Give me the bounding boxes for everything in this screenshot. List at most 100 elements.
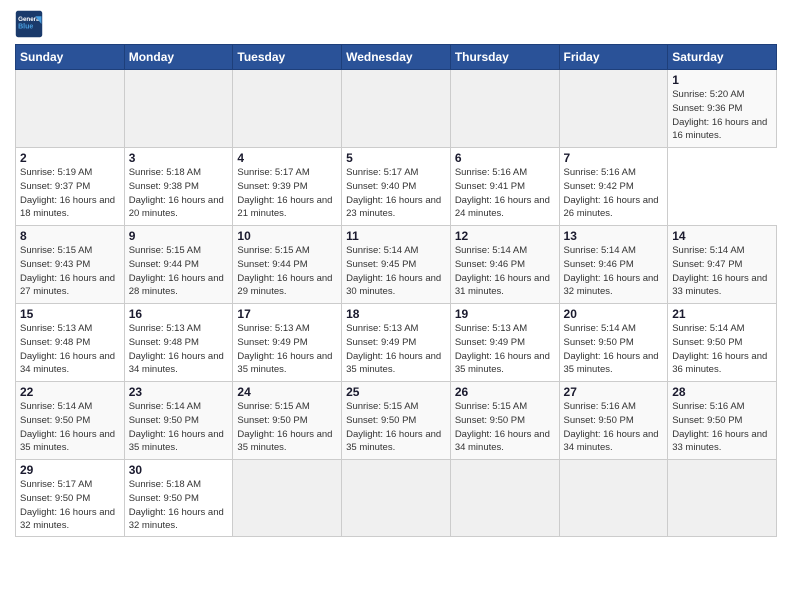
empty-cell xyxy=(450,70,559,148)
day-number: 5 xyxy=(346,151,446,165)
day-info: Sunrise: 5:16 AMSunset: 9:50 PMDaylight:… xyxy=(564,400,664,455)
day-info: Sunrise: 5:17 AMSunset: 9:40 PMDaylight:… xyxy=(346,166,446,221)
day-info: Sunrise: 5:16 AMSunset: 9:41 PMDaylight:… xyxy=(455,166,555,221)
day-number: 1 xyxy=(672,73,772,87)
day-number: 17 xyxy=(237,307,337,321)
empty-cell xyxy=(668,460,777,537)
weekday-header-thursday: Thursday xyxy=(450,45,559,70)
day-number: 23 xyxy=(129,385,229,399)
empty-cell xyxy=(233,460,342,537)
week-row-4: 15Sunrise: 5:13 AMSunset: 9:48 PMDayligh… xyxy=(16,304,777,382)
day-cell-3: 3Sunrise: 5:18 AMSunset: 9:38 PMDaylight… xyxy=(124,148,233,226)
weekday-header-wednesday: Wednesday xyxy=(342,45,451,70)
weekday-header-saturday: Saturday xyxy=(668,45,777,70)
day-info: Sunrise: 5:15 AMSunset: 9:50 PMDaylight:… xyxy=(237,400,337,455)
day-info: Sunrise: 5:17 AMSunset: 9:39 PMDaylight:… xyxy=(237,166,337,221)
day-cell-24: 24Sunrise: 5:15 AMSunset: 9:50 PMDayligh… xyxy=(233,382,342,460)
day-number: 25 xyxy=(346,385,446,399)
day-number: 21 xyxy=(672,307,772,321)
empty-cell xyxy=(124,70,233,148)
day-cell-2: 2Sunrise: 5:19 AMSunset: 9:37 PMDaylight… xyxy=(16,148,125,226)
day-number: 9 xyxy=(129,229,229,243)
empty-cell xyxy=(342,460,451,537)
day-info: Sunrise: 5:15 AMSunset: 9:44 PMDaylight:… xyxy=(237,244,337,299)
day-cell-14: 14Sunrise: 5:14 AMSunset: 9:47 PMDayligh… xyxy=(668,226,777,304)
day-info: Sunrise: 5:14 AMSunset: 9:50 PMDaylight:… xyxy=(129,400,229,455)
day-info: Sunrise: 5:15 AMSunset: 9:50 PMDaylight:… xyxy=(346,400,446,455)
day-cell-13: 13Sunrise: 5:14 AMSunset: 9:46 PMDayligh… xyxy=(559,226,668,304)
weekday-header-row: SundayMondayTuesdayWednesdayThursdayFrid… xyxy=(16,45,777,70)
day-cell-5: 5Sunrise: 5:17 AMSunset: 9:40 PMDaylight… xyxy=(342,148,451,226)
empty-cell xyxy=(559,460,668,537)
weekday-header-sunday: Sunday xyxy=(16,45,125,70)
day-number: 18 xyxy=(346,307,446,321)
week-row-3: 8Sunrise: 5:15 AMSunset: 9:43 PMDaylight… xyxy=(16,226,777,304)
day-cell-21: 21Sunrise: 5:14 AMSunset: 9:50 PMDayligh… xyxy=(668,304,777,382)
day-cell-26: 26Sunrise: 5:15 AMSunset: 9:50 PMDayligh… xyxy=(450,382,559,460)
day-cell-20: 20Sunrise: 5:14 AMSunset: 9:50 PMDayligh… xyxy=(559,304,668,382)
day-info: Sunrise: 5:14 AMSunset: 9:46 PMDaylight:… xyxy=(564,244,664,299)
day-info: Sunrise: 5:16 AMSunset: 9:42 PMDaylight:… xyxy=(564,166,664,221)
day-info: Sunrise: 5:13 AMSunset: 9:49 PMDaylight:… xyxy=(455,322,555,377)
day-number: 4 xyxy=(237,151,337,165)
day-info: Sunrise: 5:14 AMSunset: 9:50 PMDaylight:… xyxy=(672,322,772,377)
day-cell-7: 7Sunrise: 5:16 AMSunset: 9:42 PMDaylight… xyxy=(559,148,668,226)
header: General Blue xyxy=(15,10,777,38)
empty-cell xyxy=(559,70,668,148)
day-info: Sunrise: 5:13 AMSunset: 9:49 PMDaylight:… xyxy=(346,322,446,377)
day-cell-16: 16Sunrise: 5:13 AMSunset: 9:48 PMDayligh… xyxy=(124,304,233,382)
logo: General Blue xyxy=(15,10,43,38)
day-info: Sunrise: 5:16 AMSunset: 9:50 PMDaylight:… xyxy=(672,400,772,455)
day-number: 6 xyxy=(455,151,555,165)
weekday-header-monday: Monday xyxy=(124,45,233,70)
day-number: 13 xyxy=(564,229,664,243)
day-info: Sunrise: 5:18 AMSunset: 9:38 PMDaylight:… xyxy=(129,166,229,221)
day-number: 29 xyxy=(20,463,120,477)
day-info: Sunrise: 5:18 AMSunset: 9:50 PMDaylight:… xyxy=(129,478,229,533)
empty-cell xyxy=(233,70,342,148)
day-cell-11: 11Sunrise: 5:14 AMSunset: 9:45 PMDayligh… xyxy=(342,226,451,304)
empty-cell xyxy=(342,70,451,148)
day-cell-23: 23Sunrise: 5:14 AMSunset: 9:50 PMDayligh… xyxy=(124,382,233,460)
day-number: 28 xyxy=(672,385,772,399)
day-cell-6: 6Sunrise: 5:16 AMSunset: 9:41 PMDaylight… xyxy=(450,148,559,226)
day-cell-8: 8Sunrise: 5:15 AMSunset: 9:43 PMDaylight… xyxy=(16,226,125,304)
day-info: Sunrise: 5:15 AMSunset: 9:44 PMDaylight:… xyxy=(129,244,229,299)
day-number: 27 xyxy=(564,385,664,399)
day-cell-15: 15Sunrise: 5:13 AMSunset: 9:48 PMDayligh… xyxy=(16,304,125,382)
day-number: 14 xyxy=(672,229,772,243)
day-cell-17: 17Sunrise: 5:13 AMSunset: 9:49 PMDayligh… xyxy=(233,304,342,382)
day-cell-30: 30Sunrise: 5:18 AMSunset: 9:50 PMDayligh… xyxy=(124,460,233,537)
day-info: Sunrise: 5:20 AMSunset: 9:36 PMDaylight:… xyxy=(672,88,772,143)
day-cell-1: 1Sunrise: 5:20 AMSunset: 9:36 PMDaylight… xyxy=(668,70,777,148)
day-info: Sunrise: 5:14 AMSunset: 9:46 PMDaylight:… xyxy=(455,244,555,299)
day-cell-27: 27Sunrise: 5:16 AMSunset: 9:50 PMDayligh… xyxy=(559,382,668,460)
day-cell-9: 9Sunrise: 5:15 AMSunset: 9:44 PMDaylight… xyxy=(124,226,233,304)
svg-text:Blue: Blue xyxy=(18,24,33,31)
day-info: Sunrise: 5:13 AMSunset: 9:49 PMDaylight:… xyxy=(237,322,337,377)
day-number: 22 xyxy=(20,385,120,399)
day-info: Sunrise: 5:15 AMSunset: 9:50 PMDaylight:… xyxy=(455,400,555,455)
day-info: Sunrise: 5:14 AMSunset: 9:50 PMDaylight:… xyxy=(564,322,664,377)
day-info: Sunrise: 5:14 AMSunset: 9:45 PMDaylight:… xyxy=(346,244,446,299)
day-cell-18: 18Sunrise: 5:13 AMSunset: 9:49 PMDayligh… xyxy=(342,304,451,382)
day-number: 2 xyxy=(20,151,120,165)
week-row-6: 29Sunrise: 5:17 AMSunset: 9:50 PMDayligh… xyxy=(16,460,777,537)
day-info: Sunrise: 5:19 AMSunset: 9:37 PMDaylight:… xyxy=(20,166,120,221)
day-info: Sunrise: 5:17 AMSunset: 9:50 PMDaylight:… xyxy=(20,478,120,533)
day-number: 26 xyxy=(455,385,555,399)
logo-icon: General Blue xyxy=(15,10,43,38)
day-number: 20 xyxy=(564,307,664,321)
day-number: 7 xyxy=(564,151,664,165)
day-number: 12 xyxy=(455,229,555,243)
day-cell-19: 19Sunrise: 5:13 AMSunset: 9:49 PMDayligh… xyxy=(450,304,559,382)
calendar-page: General Blue SundayMondayTuesdayWednesda… xyxy=(0,0,792,612)
week-row-1: 1Sunrise: 5:20 AMSunset: 9:36 PMDaylight… xyxy=(16,70,777,148)
day-number: 10 xyxy=(237,229,337,243)
calendar-table: SundayMondayTuesdayWednesdayThursdayFrid… xyxy=(15,44,777,537)
day-number: 15 xyxy=(20,307,120,321)
day-info: Sunrise: 5:13 AMSunset: 9:48 PMDaylight:… xyxy=(20,322,120,377)
day-number: 19 xyxy=(455,307,555,321)
day-number: 8 xyxy=(20,229,120,243)
day-number: 24 xyxy=(237,385,337,399)
